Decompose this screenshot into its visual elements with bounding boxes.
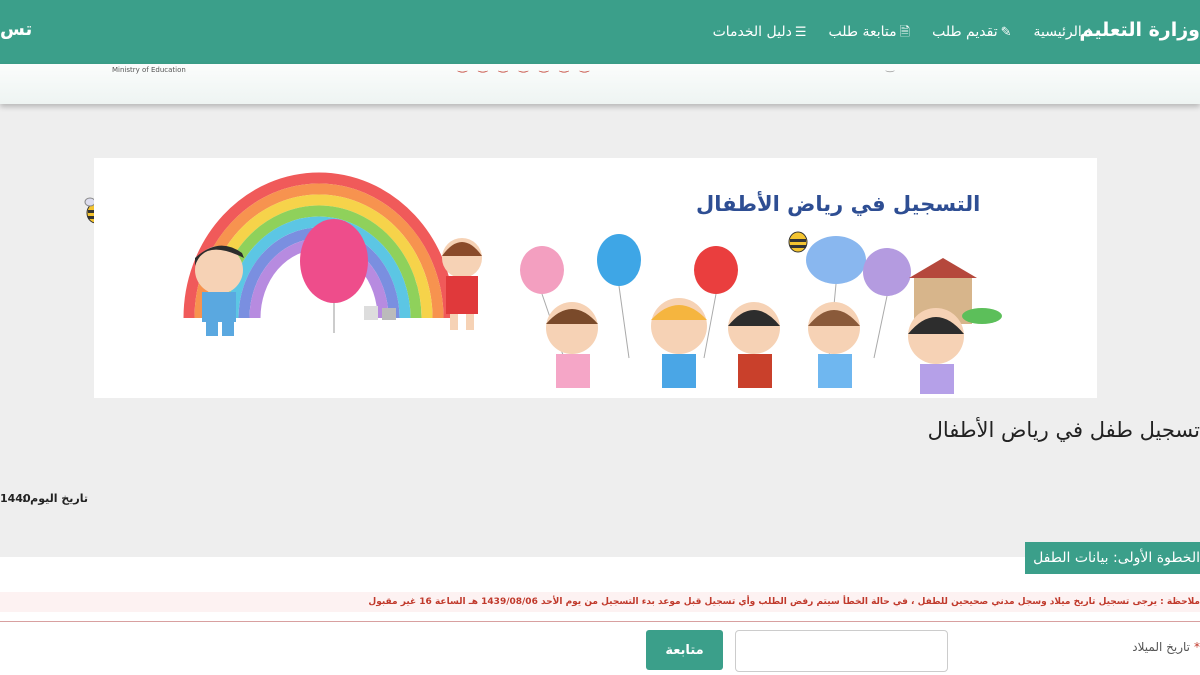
main-nav: ⌂الرئيسية ✎تقديم طلب 🗎متابعة طلب ☰دليل ا… <box>702 0 1104 64</box>
list-icon: ☰ <box>794 25 807 40</box>
registration-notice: ملاحظة : يرجى تسجيل تاريخ ميلاد وسجل مدن… <box>0 592 1200 612</box>
subheader-red-text-fragment: ‿ ‿ ‿ ‿ ‿ ‿ ‿ <box>458 60 593 73</box>
subheader-dash: ‿ <box>886 62 895 73</box>
birth-date-label-text: تاريخ الميلاد <box>1132 640 1190 654</box>
birth-date-label: * تاريخ الميلاد <box>1132 640 1200 654</box>
page-title: تسجيل طفل في رياض الأطفال <box>927 418 1200 442</box>
pink-balloon <box>300 219 368 303</box>
file-icon: 🗎 <box>899 25 911 40</box>
step-one-tab[interactable]: الخطوة الأولى: بيانات الطفل <box>1025 542 1200 574</box>
banner-title: التسجيل في رياض الأطفال <box>696 192 981 216</box>
sub-header: Ministry of Education ‿ ‿ ‿ ‿ ‿ ‿ ‿ ‿ <box>0 60 1200 104</box>
today-date-label: تاريخ اليوم : <box>21 492 88 505</box>
today-date-value: 1440 <box>0 492 31 505</box>
nav-services-guide[interactable]: ☰دليل الخدمات <box>702 0 818 64</box>
continue-button[interactable]: متابعة <box>646 630 723 670</box>
kids-group <box>546 298 964 394</box>
bush <box>962 308 1002 324</box>
required-marker: * <box>1194 640 1200 654</box>
balloon <box>520 246 564 294</box>
balloon <box>806 236 866 284</box>
nav-home-label: الرئيسية <box>1033 24 1082 40</box>
birth-date-input[interactable] <box>735 630 948 672</box>
balloon <box>597 234 641 286</box>
nav-submit-request[interactable]: ✎تقديم طلب <box>921 0 1022 64</box>
edit-icon: ✎ <box>1000 25 1012 40</box>
paint-bucket <box>382 308 396 320</box>
balloon <box>863 248 911 296</box>
paint-bucket <box>364 306 378 320</box>
divider <box>0 621 1200 622</box>
nav-track-request[interactable]: 🗎متابعة طلب <box>818 0 922 64</box>
nav-submit-label: تقديم طلب <box>932 24 998 40</box>
nav-guide-label: دليل الخدمات <box>712 24 792 40</box>
bee-icon <box>788 231 808 253</box>
nav-track-label: متابعة طلب <box>828 24 897 40</box>
brand-title[interactable]: وزارة التعليم <box>1079 0 1200 64</box>
form-panel <box>0 557 1200 675</box>
navbar-left-fragment: تس <box>0 19 33 40</box>
balloon <box>694 246 738 294</box>
ministry-english-label: Ministry of Education <box>112 66 186 74</box>
top-navbar: تس ⌂الرئيسية ✎تقديم طلب 🗎متابعة طلب ☰دلي… <box>0 0 1200 64</box>
